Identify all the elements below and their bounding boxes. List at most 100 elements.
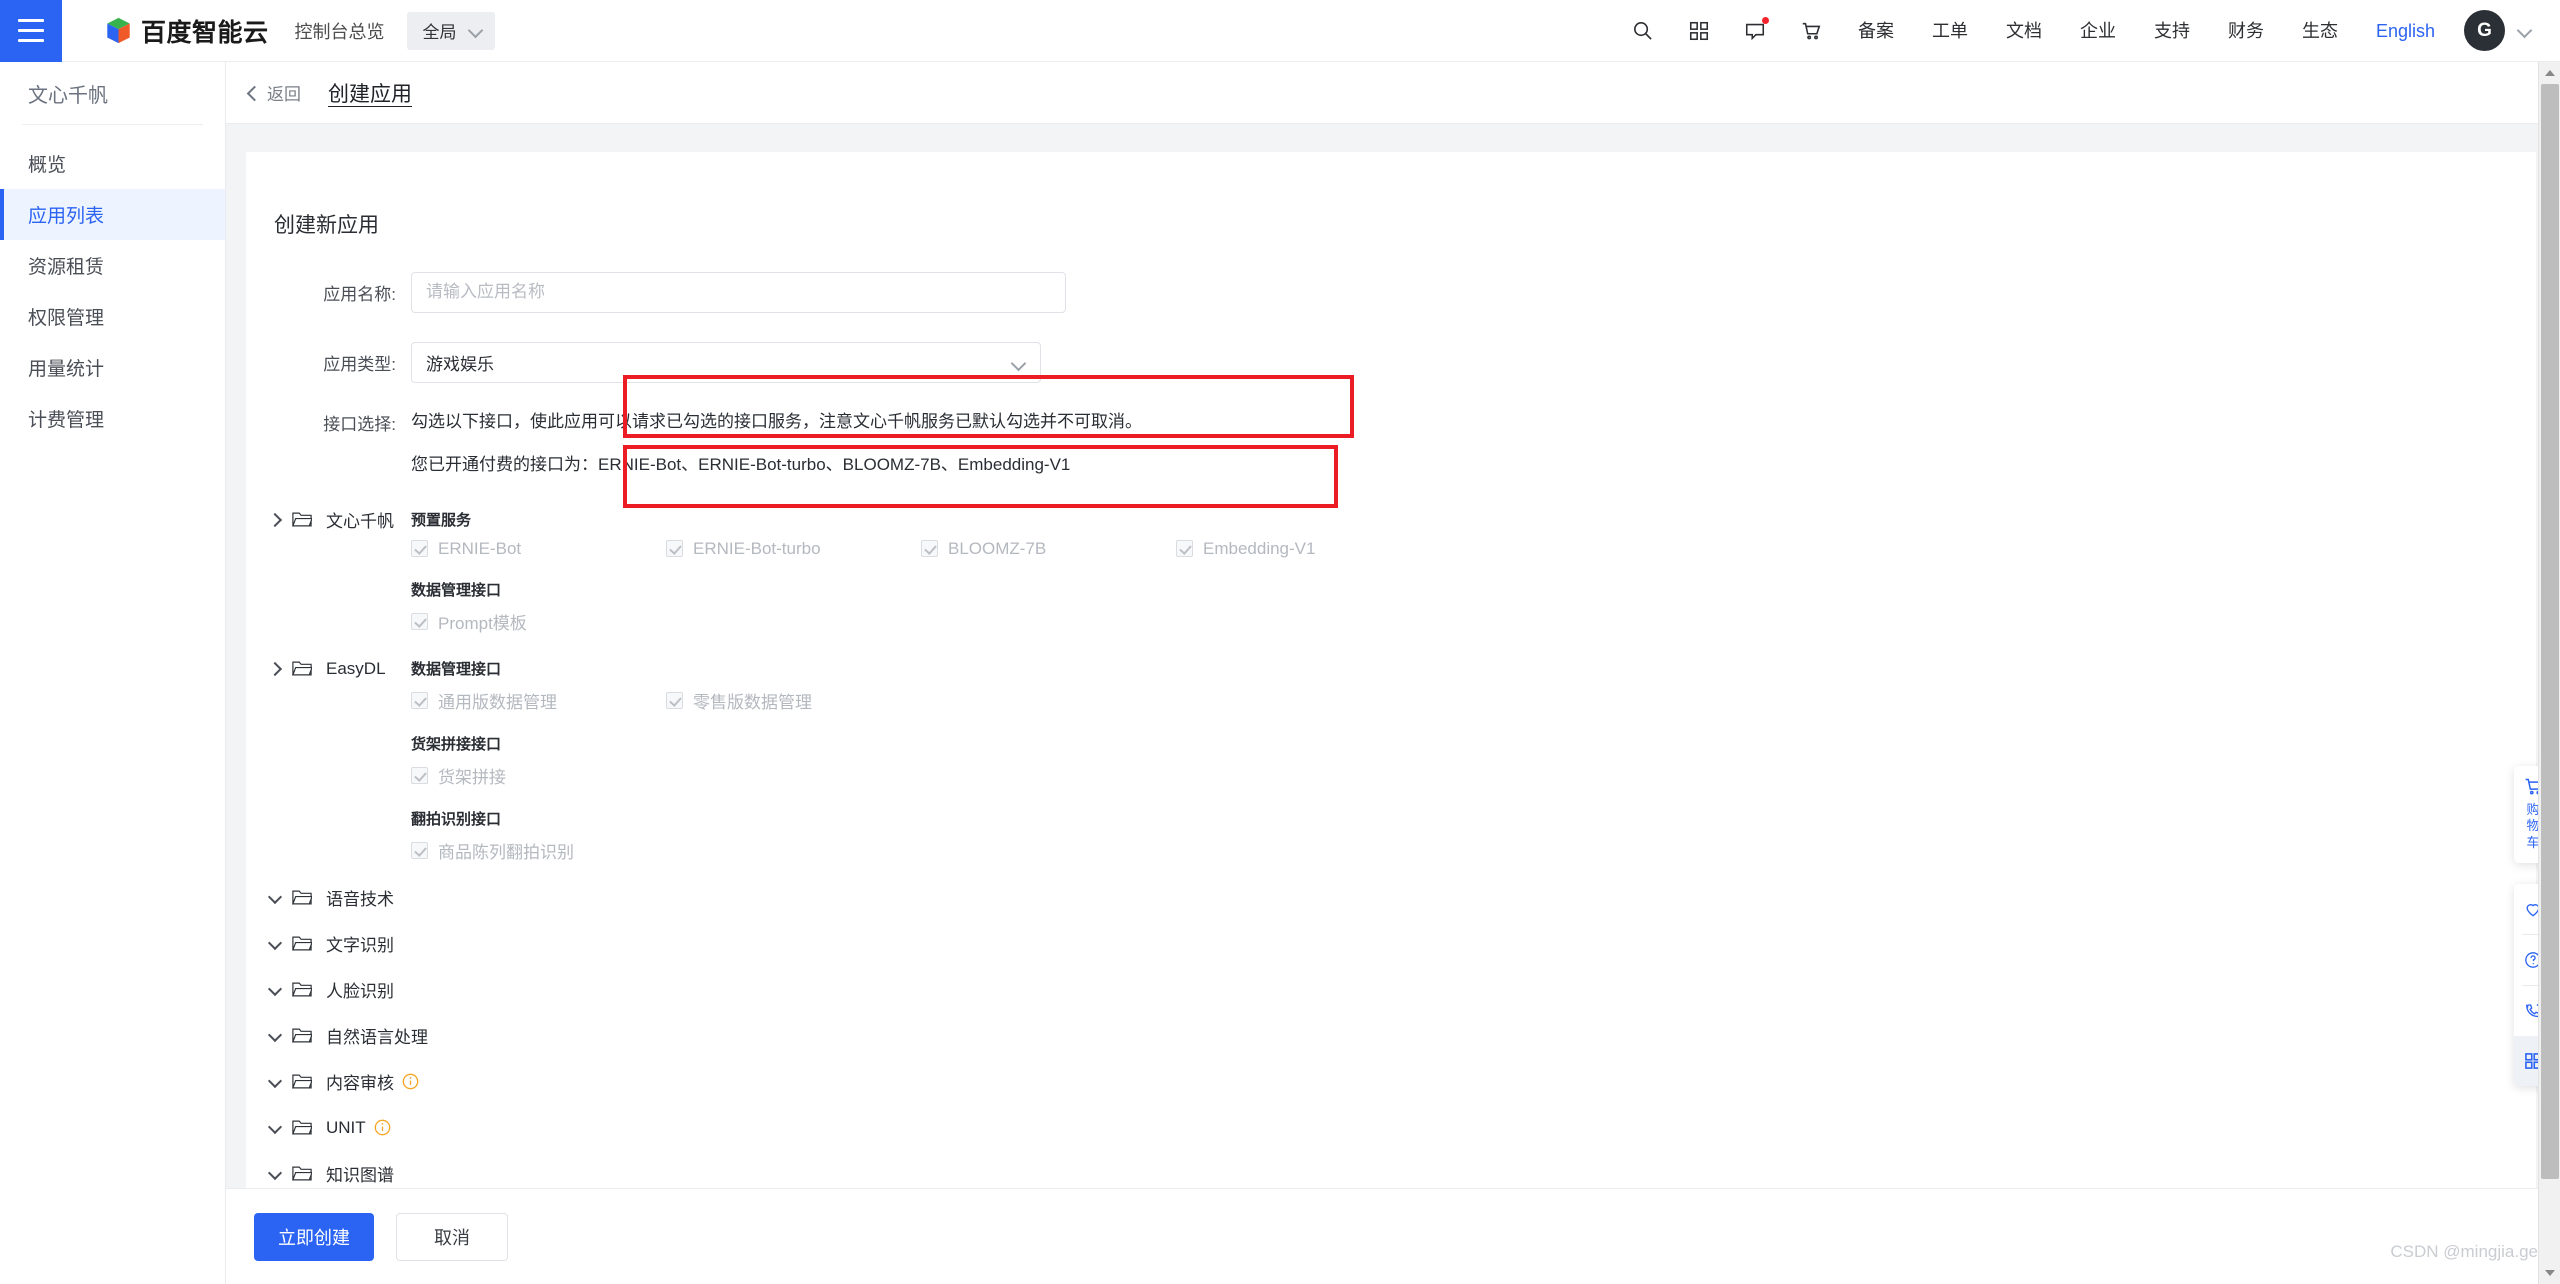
checkbox-box [411, 841, 428, 859]
checkbox-box [1176, 540, 1193, 558]
scrollbar-thumb[interactable] [2541, 84, 2559, 1179]
info-icon[interactable] [402, 1073, 419, 1090]
avatar[interactable]: G [2464, 10, 2505, 51]
tree-node-header-cell: 内容审核 [246, 1067, 419, 1097]
api-group-title: 预置服务 [411, 511, 472, 529]
chevron-down-icon [267, 936, 283, 952]
sidebar: 文心千帆 概览 应用列表 资源租赁 权限管理 用量统计 计费管理 [0, 62, 226, 1284]
tree-node-header-cell: 人脸识别 [246, 975, 411, 1005]
console-overview-link[interactable]: 控制台总览 [295, 18, 385, 44]
chevron-down-icon [267, 982, 283, 998]
region-selector[interactable]: 全局 [406, 11, 495, 50]
tree-node: 文字识别 [246, 929, 2536, 975]
tree-node: UNIT [246, 1113, 2536, 1159]
api-select-label: 接口选择: [323, 415, 396, 434]
api-hint-main: 勾选以下接口，使此应用可以请求已勾选的接口服务，注意文心千帆服务已默认勾选并不可… [411, 412, 1142, 431]
tree-node-toggle[interactable]: 知识图谱 [246, 1159, 394, 1189]
breadcrumb: 返回 创建应用 [226, 62, 2560, 124]
footer-action-bar: 立即创建 取消 [226, 1188, 2560, 1284]
message-icon[interactable] [1727, 0, 1783, 62]
nav-item-caiwu[interactable]: 财务 [2209, 0, 2283, 62]
tree-node-toggle[interactable]: 文字识别 [246, 929, 394, 959]
scroll-down-arrow-icon[interactable] [2539, 1262, 2560, 1284]
checkbox-box [411, 612, 428, 630]
tree-node-toggle[interactable]: UNIT [246, 1113, 391, 1143]
folder-icon [292, 1120, 312, 1135]
sidebar-item-permission[interactable]: 权限管理 [0, 291, 225, 342]
back-button[interactable]: 返回 [245, 80, 301, 105]
brand-logo-link[interactable]: 百度智能云 [105, 13, 269, 49]
apps-grid-icon[interactable] [1671, 0, 1727, 62]
api-checkbox: BLOOMZ-7B [921, 539, 1176, 559]
api-checkbox: Embedding-V1 [1176, 539, 1431, 559]
sidebar-item-billing[interactable]: 计费管理 [0, 393, 225, 444]
tree-node-toggle[interactable]: 语音技术 [246, 883, 394, 913]
nav-item-gongdan[interactable]: 工单 [1913, 0, 1987, 62]
chevron-down-icon [468, 23, 483, 38]
tree-node-label: 知识图谱 [326, 1166, 394, 1186]
tree-node-toggle[interactable]: 内容审核 [246, 1067, 419, 1097]
tree-node-label: 内容审核 [326, 1074, 394, 1094]
app-type-selected-value: 游戏娱乐 [426, 354, 494, 374]
language-switch-link[interactable]: English [2357, 0, 2454, 62]
folder-icon [292, 1166, 312, 1181]
chevron-down-icon[interactable] [2517, 23, 2532, 38]
app-name-label: 应用名称: [323, 284, 396, 304]
search-icon[interactable] [1615, 0, 1671, 62]
tree-node: 自然语言处理 [246, 1021, 2536, 1067]
back-label: 返回 [267, 85, 301, 104]
vertical-scrollbar[interactable] [2538, 62, 2560, 1284]
sidebar-item-usage-stats[interactable]: 用量统计 [0, 342, 225, 393]
api-checkbox: 货架拼接 [411, 763, 666, 788]
api-tree: 文心千帆 预置服务 ERNIE-Bot ERNIE-Bot-turbo BLOOMZ-7… [246, 505, 2536, 1205]
checkbox-label: ERNIE-Bot-turbo [693, 538, 821, 558]
page-title[interactable]: 创建应用 [328, 78, 412, 108]
nav-item-beian[interactable]: 备案 [1839, 0, 1913, 62]
cancel-button[interactable]: 取消 [396, 1212, 508, 1261]
checkbox-label: 商品陈列翻拍识别 [438, 842, 574, 862]
checkbox-box [666, 540, 683, 558]
scroll-up-arrow-icon[interactable] [2539, 62, 2560, 84]
tree-node-toggle[interactable]: 文心千帆 [246, 505, 394, 535]
tree-node: 内容审核 [246, 1067, 2536, 1113]
chevron-right-icon [267, 512, 283, 528]
nav-item-qiye[interactable]: 企业 [2061, 0, 2135, 62]
tree-node-toggle[interactable]: EasyDL [246, 654, 386, 684]
tree-node-label: 文心千帆 [326, 512, 394, 532]
api-checkbox-row: ERNIE-Bot ERNIE-Bot-turbo BLOOMZ-7B Embeddi… [411, 539, 1431, 559]
sidebar-title: 文心千帆 [28, 84, 108, 107]
nav-item-shengtai[interactable]: 生态 [2283, 0, 2357, 62]
tree-node-toggle[interactable]: 自然语言处理 [246, 1021, 428, 1051]
top-nav: 备案 工单 文档 企业 支持 财务 生态 English G [1615, 0, 2560, 62]
sidebar-item-overview[interactable]: 概览 [0, 138, 225, 189]
api-group-title: 翻拍识别接口 [411, 810, 502, 828]
tree-node-label: 语音技术 [326, 890, 394, 910]
create-now-button[interactable]: 立即创建 [254, 1212, 374, 1261]
tree-node-toggle[interactable]: 人脸识别 [246, 975, 394, 1005]
tree-node-header-cell: 语音技术 [246, 883, 411, 913]
watermark: CSDN @mingjia.ge [2390, 1242, 2538, 1261]
tree-node-label: EasyDL [326, 658, 386, 678]
info-icon[interactable] [374, 1119, 391, 1136]
top-header: 百度智能云 控制台总览 全局 备案 工单 文档 企业 支持 财务 生态 Engl… [0, 0, 2560, 62]
checkbox-label: ERNIE-Bot [438, 538, 522, 558]
hamburger-menu-icon[interactable] [0, 0, 62, 62]
nav-item-wendang[interactable]: 文档 [1987, 0, 2061, 62]
app-name-input[interactable] [411, 271, 1066, 313]
api-checkbox-row: 通用版数据管理 零售版数据管理 [411, 688, 921, 713]
tree-node-header-cell: 知识图谱 [246, 1159, 411, 1189]
sidebar-item-app-list[interactable]: 应用列表 [0, 189, 225, 240]
app-type-select[interactable]: 游戏娱乐 [411, 341, 1041, 383]
api-checkbox: Prompt模板 [411, 609, 666, 634]
tree-node-label: 文字识别 [326, 936, 394, 956]
chevron-down-icon [267, 1074, 283, 1090]
cart-icon[interactable] [1783, 0, 1839, 62]
checkbox-box [411, 691, 428, 709]
nav-item-zhichi[interactable]: 支持 [2135, 0, 2209, 62]
tree-node: EasyDL 数据管理接口 通用版数据管理 零售版数据管理 货架拼接接口 货架拼接 翻拍识别… [246, 654, 2536, 883]
checkbox-label: BLOOMZ-7B [948, 538, 1047, 558]
folder-icon [292, 1074, 312, 1089]
folder-icon [292, 890, 312, 905]
tree-node-label: 人脸识别 [326, 982, 394, 1002]
sidebar-item-resource-lease[interactable]: 资源租赁 [0, 240, 225, 291]
